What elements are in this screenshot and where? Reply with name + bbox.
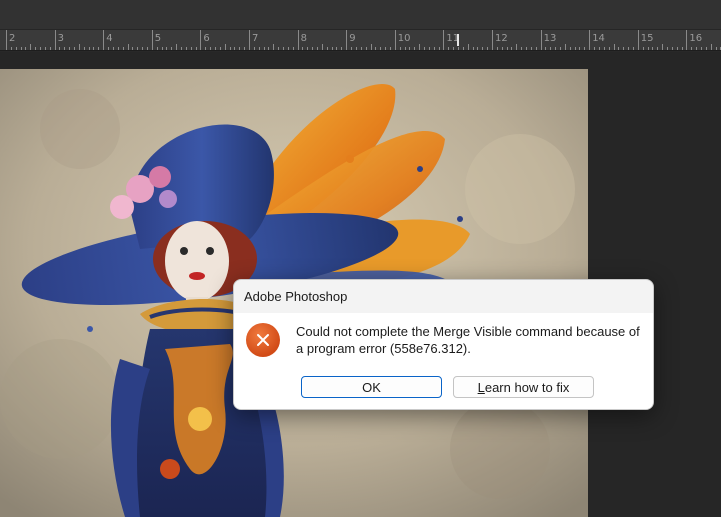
photoshop-window: 2 3 4 5 6 7 8 9 10 11 12 13 14 15 16 Ado… [0,0,721,517]
ruler-label: 5 [154,33,162,44]
ruler-label: 8 [300,33,307,44]
error-dialog: Adobe Photoshop Could not complete the M… [233,279,654,410]
dialog-body: Could not complete the Merge Visible com… [234,313,653,409]
error-x-icon [246,323,280,357]
ruler-label: 4 [106,33,113,44]
ruler-label: 13 [543,33,557,44]
ruler-cursor-marker [457,34,459,46]
ruler-label: 16 [689,33,703,44]
dialog-titlebar[interactable]: Adobe Photoshop [234,280,653,313]
ruler-label: 14 [592,33,605,44]
horizontal-ruler[interactable]: 2 3 4 5 6 7 8 9 10 11 12 13 14 15 16 [0,30,721,51]
ruler-label: 15 [640,33,654,44]
ruler-label: 2 [9,33,16,44]
learn-button-label: earn how to fix [484,379,570,395]
learn-how-to-fix-button[interactable]: Learn how to fix [453,376,594,398]
ruler-label: 12 [495,33,508,44]
error-message: Could not complete the Merge Visible com… [296,324,640,356]
ok-button[interactable]: OK [301,376,442,398]
ruler-label: 6 [203,33,210,44]
ruler-label: 9 [349,33,356,44]
dialog-title: Adobe Photoshop [244,289,348,304]
learn-button-mnemonic: L [477,379,485,395]
options-bar [0,0,721,30]
ruler-label: 10 [397,33,411,44]
ruler-label: 7 [252,33,259,44]
ruler-label: 3 [57,33,64,44]
